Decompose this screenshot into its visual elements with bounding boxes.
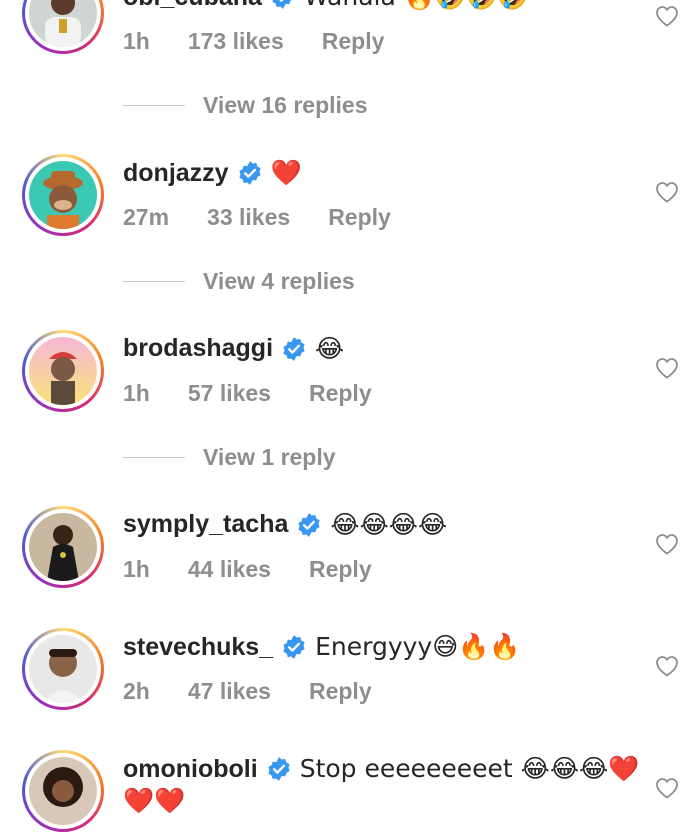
comment-text: Wahala 🔥🤣🤣🤣 [304,0,528,12]
view-replies-button[interactable]: View 1 reply [123,444,336,471]
comment-time: 1h [123,380,150,406]
avatar[interactable] [22,0,104,54]
verified-badge-icon [270,0,296,10]
comment-time: 1h [123,556,150,582]
comment-meta: 1h 57 likes Reply [123,380,410,407]
comment-meta: 1h 173 likes Reply [123,28,422,55]
comment-meta: 2h 47 likes Reply [123,678,410,705]
comment-username[interactable]: donjazzy [123,159,229,188]
divider-line [123,457,185,458]
comment-text: ❤️ [270,158,302,187]
view-replies-label: View 1 reply [203,444,336,470]
heart-outline-icon[interactable] [655,533,679,555]
verified-badge-icon [266,756,292,782]
comment-line: brodashaggi 😂 [123,334,344,363]
reply-button[interactable]: Reply [322,28,385,55]
comment-username[interactable]: brodashaggi [123,334,273,363]
view-replies-button[interactable]: View 16 replies [123,92,368,119]
comment-line: omonioboli Stop eeeeeeeeet 😂😂😂❤️ [123,754,639,784]
heart-outline-icon[interactable] [655,181,679,203]
view-replies-label: View 16 replies [203,92,368,118]
comment-likes[interactable]: 47 likes [188,678,271,705]
avatar[interactable] [22,154,104,236]
heart-outline-icon[interactable] [655,357,679,379]
reply-button[interactable]: Reply [309,380,372,407]
comment-meta: 1h 44 likes Reply [123,556,410,583]
comment-username[interactable]: symply_tacha [123,510,288,539]
comment-username[interactable]: omonioboli [123,755,258,784]
comment-likes[interactable]: 57 likes [188,380,271,407]
verified-badge-icon [281,634,307,660]
comment-line: symply_tacha 😂😂😂😂 [123,510,447,539]
avatar[interactable] [22,330,104,412]
heart-outline-icon[interactable] [655,655,679,677]
heart-outline-icon[interactable] [655,777,679,799]
comment-time: 27m [123,204,170,230]
comment-likes[interactable]: 33 likes [207,204,290,231]
verified-badge-icon [237,160,263,186]
comment-text: Energyyy😅🔥🔥 [315,632,521,661]
divider-line [123,105,185,106]
comment-text: 😂 [315,334,345,363]
divider-line [123,281,185,282]
view-replies-label: View 4 replies [203,268,355,294]
verified-badge-icon [281,336,307,362]
comment-meta: 27m 33 likes Reply [123,204,429,231]
comment-line: stevechuks_ Energyyy😅🔥🔥 [123,632,521,662]
comment-line: donjazzy ❤️ [123,158,302,188]
comment-username[interactable]: stevechuks_ [123,633,273,662]
avatar[interactable] [22,628,104,710]
reply-button[interactable]: Reply [309,556,372,583]
comment-text: 😂😂😂😂 [330,510,448,539]
comment-time: 2h [123,678,150,704]
comment-time: 1h [123,28,150,54]
reply-button[interactable]: Reply [328,204,391,231]
reply-button[interactable]: Reply [309,678,372,705]
view-replies-button[interactable]: View 4 replies [123,268,355,295]
verified-badge-icon [296,512,322,538]
comment-text: Stop eeeeeeeeet 😂😂😂❤️ [299,754,640,783]
avatar[interactable] [22,750,104,832]
comment-likes[interactable]: 44 likes [188,556,271,583]
avatar[interactable] [22,506,104,588]
comment-line: obi_cubana Wahala 🔥🤣🤣🤣 [123,0,528,12]
comment-likes[interactable]: 173 likes [188,28,284,55]
heart-outline-icon[interactable] [655,5,679,27]
comment-username[interactable]: obi_cubana [123,0,262,12]
comment-text-continued: ❤️❤️ [123,786,186,815]
